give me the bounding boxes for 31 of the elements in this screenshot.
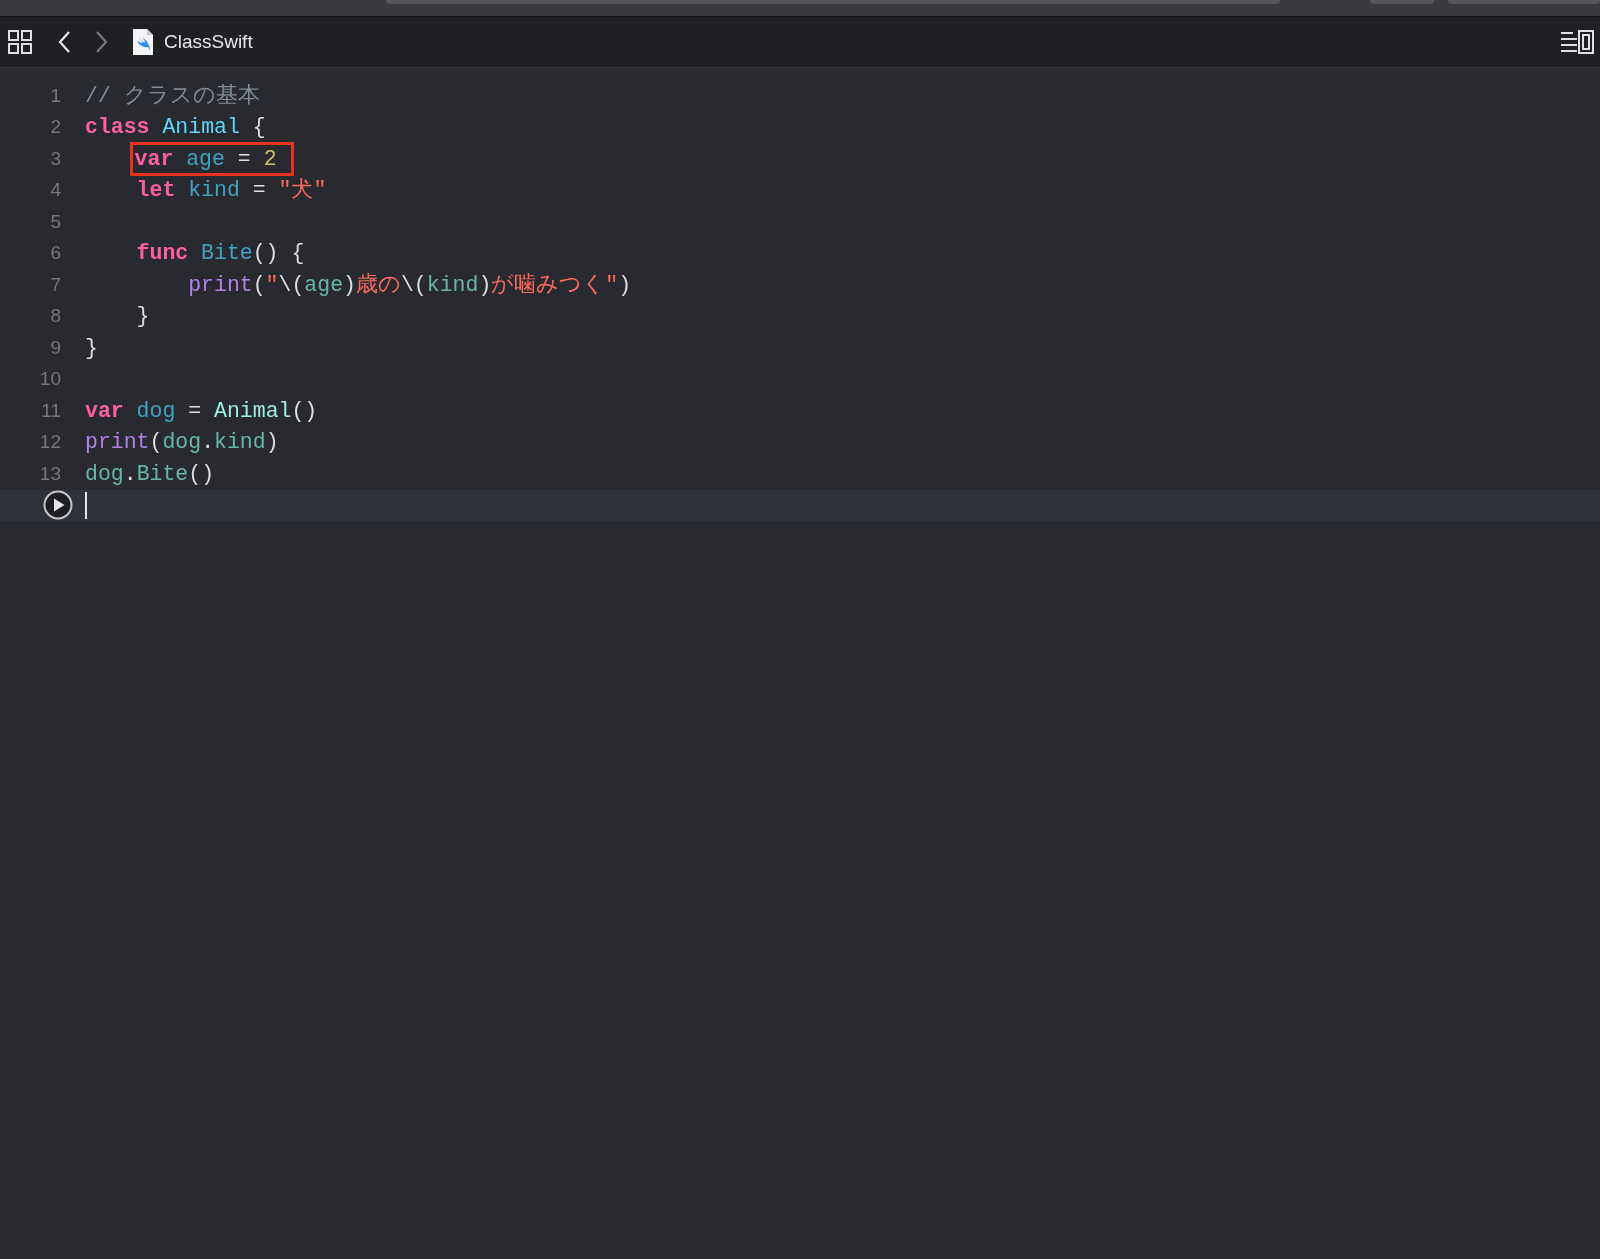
swift-file-icon bbox=[132, 28, 154, 56]
line-number: 1 bbox=[50, 84, 61, 107]
run-icon[interactable] bbox=[43, 490, 73, 521]
line-number: 9 bbox=[50, 336, 61, 359]
line-number: 4 bbox=[50, 179, 61, 202]
code-line: func Bite() { bbox=[135, 240, 306, 268]
code-line: } bbox=[84, 334, 99, 362]
line-number: 6 bbox=[50, 242, 61, 265]
code-line: dog.Bite() bbox=[84, 460, 216, 488]
line-number: 12 bbox=[39, 431, 61, 454]
line-number: 5 bbox=[50, 210, 61, 233]
line-number: 2 bbox=[50, 116, 61, 139]
code-line: class Animal { bbox=[84, 114, 267, 142]
editor-layout-icon[interactable] bbox=[1560, 30, 1594, 54]
code-line: // クラスの基本 bbox=[84, 82, 261, 110]
line-number: 10 bbox=[39, 368, 61, 391]
code-line: print("\(age)歳の\(kind)が噛みつく") bbox=[187, 271, 633, 299]
code-line: let kind = "犬" bbox=[135, 177, 328, 205]
forward-icon[interactable] bbox=[96, 31, 108, 53]
file-name[interactable]: ClassSwift bbox=[164, 31, 253, 53]
text-cursor bbox=[85, 491, 87, 519]
line-number: 3 bbox=[50, 147, 61, 170]
grid-icon[interactable] bbox=[8, 30, 32, 54]
line-number: 11 bbox=[41, 399, 61, 422]
back-icon[interactable] bbox=[58, 31, 70, 53]
line-number: 8 bbox=[50, 305, 61, 328]
code-line: print(dog.kind) bbox=[84, 429, 280, 457]
code-line: } bbox=[135, 303, 151, 331]
code-line: var dog = Animal() bbox=[84, 397, 319, 425]
line-number: 7 bbox=[50, 273, 61, 296]
line-number: 13 bbox=[39, 462, 61, 485]
